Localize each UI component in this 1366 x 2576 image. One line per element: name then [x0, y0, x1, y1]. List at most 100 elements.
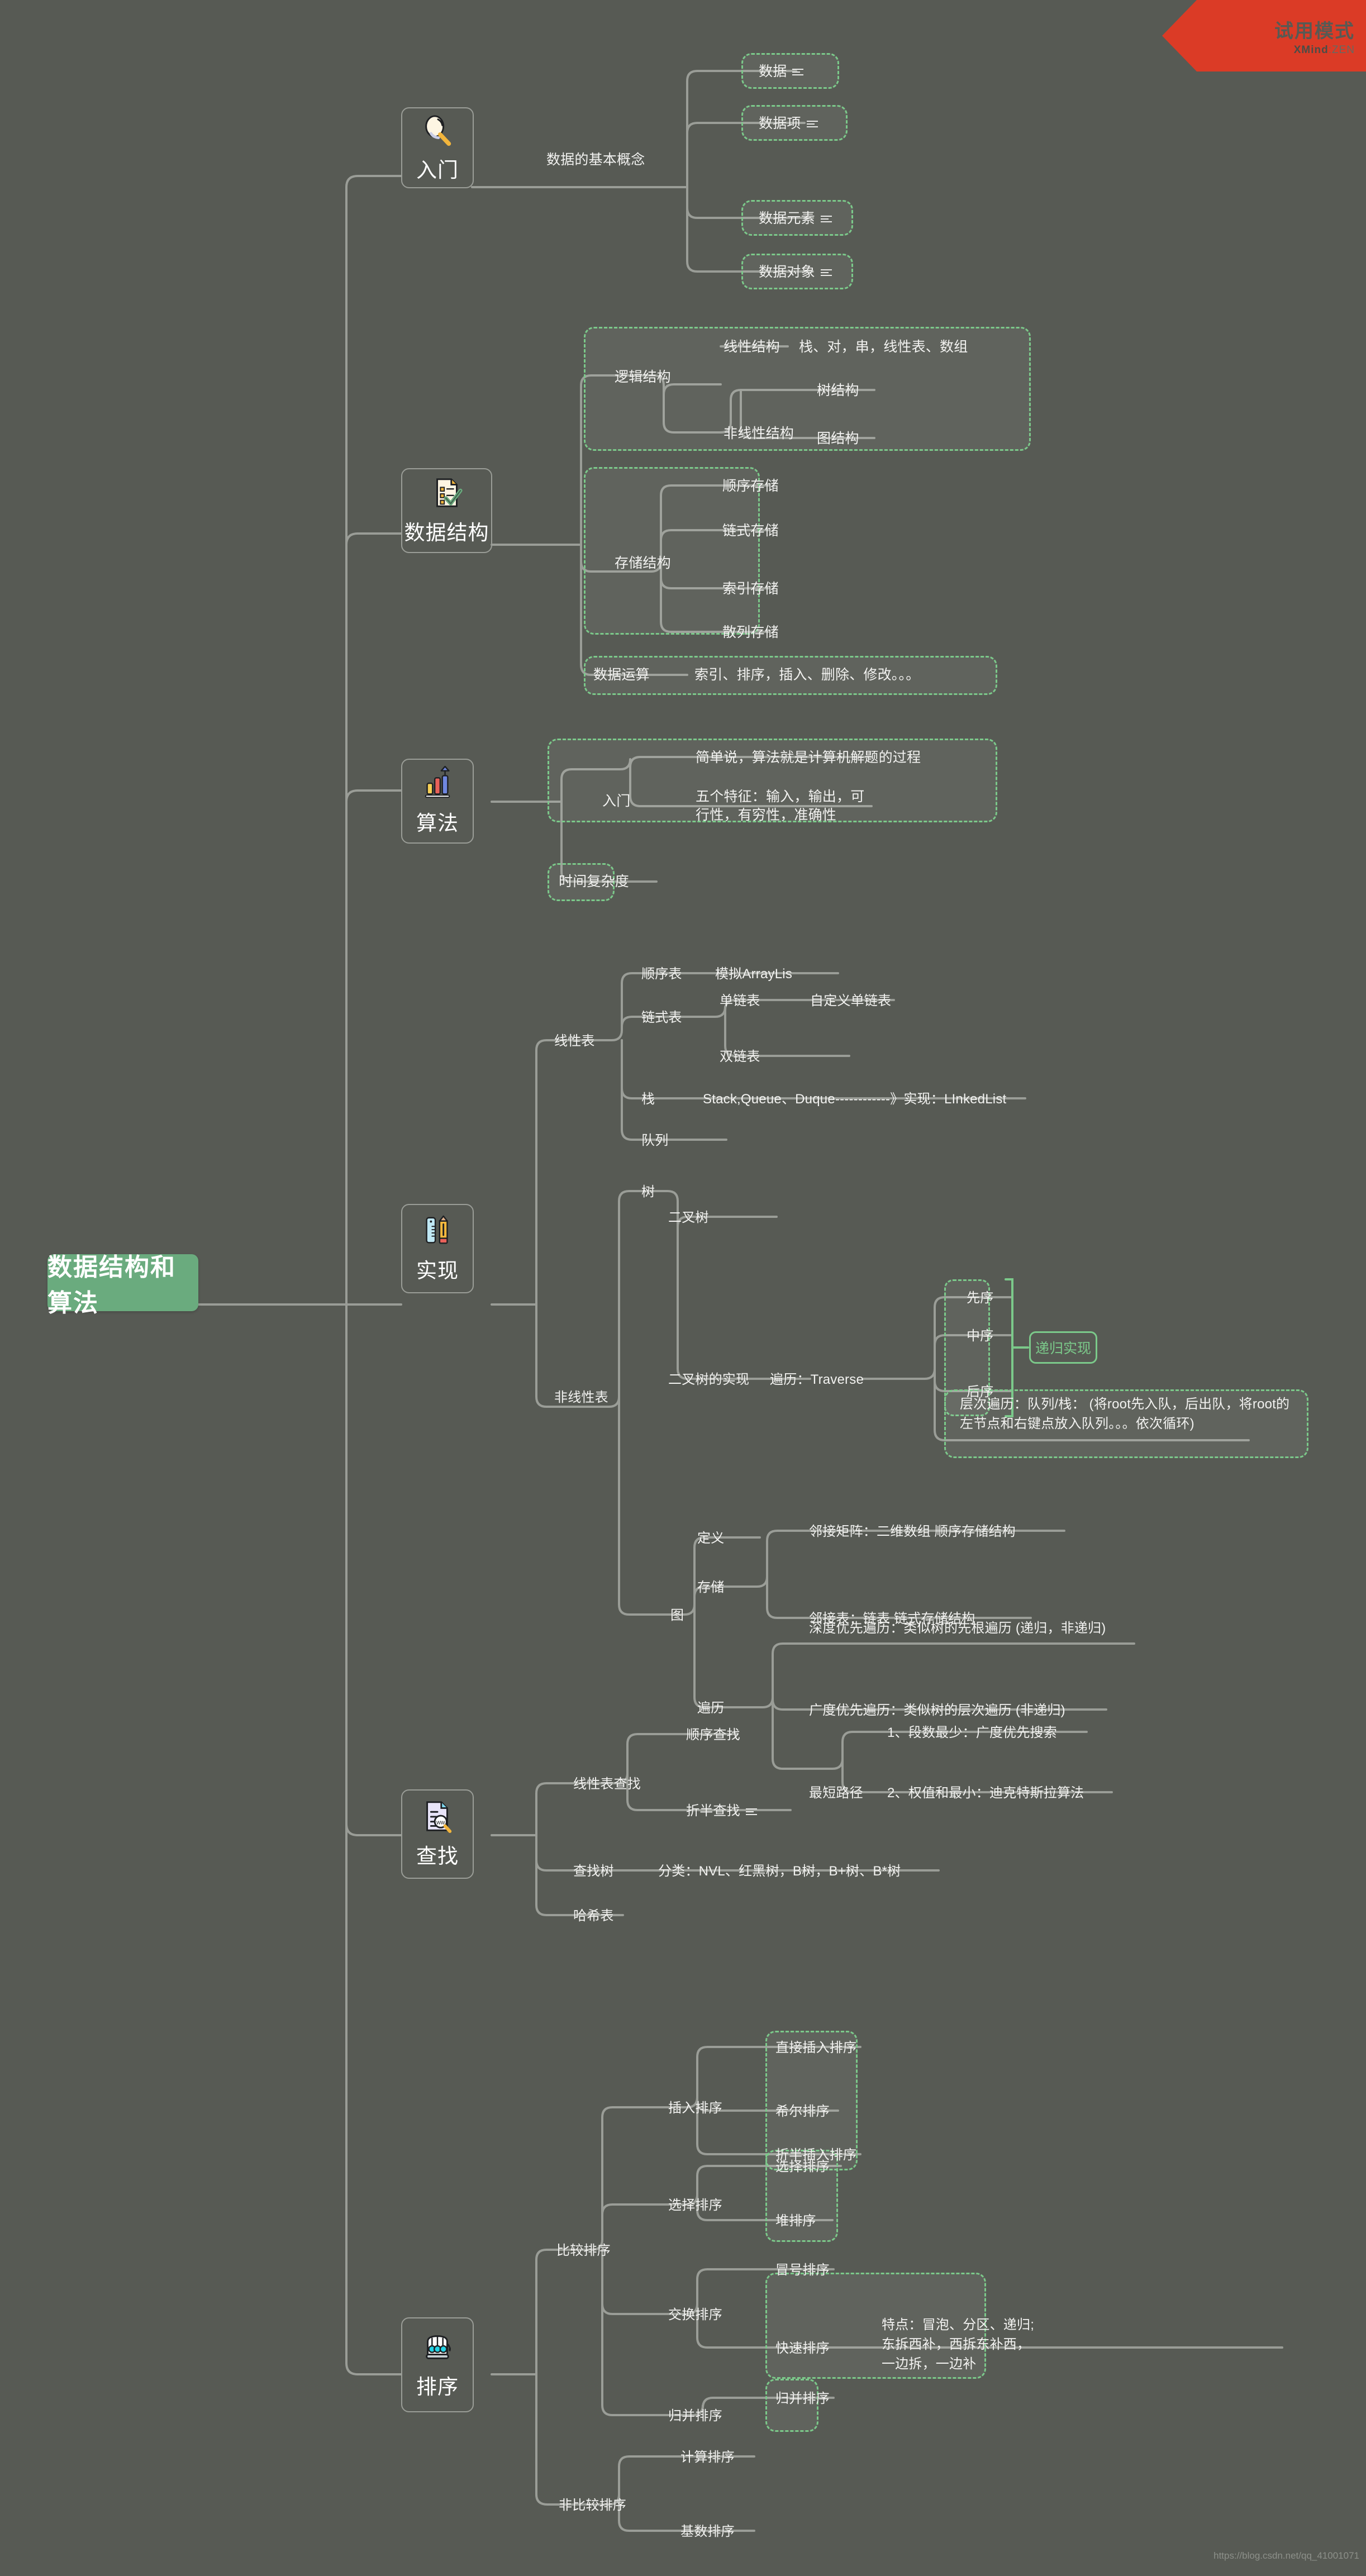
topic-linear-list[interactable]: 线性表 [554, 1032, 595, 1050]
checklist-doc-icon [436, 478, 463, 507]
topic-selection-sort[interactable]: 选择排序 [668, 2197, 722, 2215]
topic-logical-structure[interactable]: 逻辑结构 [615, 368, 671, 387]
topic-queue[interactable]: 队列 [641, 1132, 668, 1150]
topic-shortest-path-bfs[interactable]: 1、段数最少：广度优先搜索 [887, 1724, 1057, 1742]
topic-sequential-list[interactable]: 顺序表 [641, 965, 682, 983]
topic-basic-concepts[interactable]: 数据的基本概念 [546, 151, 645, 169]
topic-doubly-linked-list[interactable]: 双链表 [720, 1048, 760, 1066]
topic-exchange-sort[interactable]: 交换排序 [668, 2306, 722, 2324]
topic-bfs[interactable]: 广度优先遍历：类似树的层次遍历 (非递归) [809, 1702, 1065, 1720]
topic-shortest-path[interactable]: 最短路径 [809, 1784, 863, 1802]
trial-mode-label: 试用模式 [1274, 20, 1355, 42]
topic-binary-search[interactable]: 折半查找 [686, 1802, 757, 1820]
topic-quick-sort[interactable]: 快速排序 [775, 2340, 830, 2358]
topic-search-tree[interactable]: 查找树 [573, 1863, 614, 1880]
doc-search-icon: ww [426, 1801, 452, 1834]
topic-shortest-path-dijkstra[interactable]: 2、权值和最小：迪克特斯拉算法 [887, 1784, 1084, 1802]
topic-insertion-sort[interactable]: 插入排序 [668, 2099, 722, 2117]
topic-linear-structure[interactable]: 线性结构 [724, 338, 780, 356]
topic-data-label: 数据 [759, 64, 787, 79]
notes-icon [820, 215, 832, 223]
newton-cradle-icon [426, 2335, 451, 2359]
topic-hash-storage[interactable]: 散列存储 [722, 623, 779, 642]
topic-inorder[interactable]: 中序 [967, 1327, 993, 1345]
topic-preorder[interactable]: 先序 [967, 1289, 993, 1307]
topic-dfs[interactable]: 深度优先遍历：类似树的先根遍历 (递归，非递归) [809, 1619, 1144, 1639]
topic-shell-sort[interactable]: 希尔排序 [775, 2103, 830, 2121]
notes-icon [820, 269, 832, 277]
topic-adjacency-matrix[interactable]: 邻接矩阵：二维数组 顺序存储结构 [809, 1523, 1016, 1541]
topic-linear-search[interactable]: 线性表查找 [573, 1775, 641, 1793]
notes-icon [745, 1808, 757, 1816]
main-topic-intro-label: 入门 [416, 158, 459, 182]
topic-nonlinear-structure[interactable]: 非线性结构 [724, 425, 794, 443]
topic-data[interactable]: 数据 [759, 63, 804, 81]
xmind-brand-label: XMind:ZEN [1294, 44, 1355, 56]
topic-radix-sort[interactable]: 基数排序 [680, 2523, 735, 2541]
topic-hash-table[interactable]: 哈希表 [573, 1907, 614, 1925]
topic-time-complexity[interactable]: 时间复杂度 [559, 873, 629, 891]
bar-chart-arrow-icon [425, 766, 450, 798]
topic-algorithm-intro[interactable]: 入门 [602, 792, 630, 811]
topic-algorithm-features[interactable]: 五个特征：输入，输出，可行性，有穷性，准确性 [696, 788, 877, 825]
topic-graph-definition[interactable]: 定义 [697, 1530, 724, 1547]
main-topic-implementation-label: 实现 [416, 1259, 459, 1282]
recursion-callout-label: 递归实现 [1035, 1341, 1091, 1356]
topic-graph-storage[interactable]: 存储 [697, 1579, 724, 1597]
topic-index-storage[interactable]: 索引存储 [722, 580, 779, 598]
topic-level-traversal[interactable]: 层次遍历：队列/栈： (将root先入队，后出队，将root的左节点和右键点放入… [960, 1395, 1295, 1434]
topic-noncomparison-sort[interactable]: 非比较排序 [559, 2497, 626, 2515]
topic-graph-structure[interactable]: 图结构 [817, 430, 859, 448]
topic-data-item[interactable]: 数据项 [759, 115, 818, 133]
main-topic-sort-label: 排序 [416, 2375, 459, 2398]
topic-sequential-search[interactable]: 顺序查找 [686, 1726, 740, 1744]
topic-tree[interactable]: 树 [641, 1183, 655, 1201]
topic-linked-list[interactable]: 链式表 [641, 1009, 682, 1027]
topic-direct-insertion-sort[interactable]: 直接插入排序 [775, 2039, 856, 2057]
topic-graph-traverse[interactable]: 遍历 [697, 1699, 724, 1717]
topic-stack-detail: Stack,Queue、Duque------------》实现：LInkedL… [703, 1092, 1007, 1107]
root-topic[interactable]: 数据结构和算法 [47, 1254, 198, 1317]
main-topic-algorithm-label: 算法 [416, 812, 459, 835]
topic-algorithm-definition[interactable]: 简单说，算法就是计算机解题的过程 [696, 749, 921, 767]
topic-stack[interactable]: 栈 [641, 1091, 655, 1108]
topic-data-object[interactable]: 数据对象 [759, 263, 832, 282]
main-topic-sort[interactable]: 排序 [401, 2317, 474, 2412]
main-topic-datastructure[interactable]: 数据结构 [401, 468, 492, 553]
topic-sequential-list-detail: 模拟ArrayLis [715, 966, 793, 982]
topic-tree-structure[interactable]: 树结构 [817, 382, 859, 400]
topic-linear-structure-detail: 栈、对，串，线性表、数组 [799, 339, 968, 355]
topic-comparison-sort[interactable]: 比较排序 [556, 2242, 611, 2260]
topic-linked-storage[interactable]: 链式存储 [722, 522, 779, 540]
topic-search-tree-detail: 分类：NVL、红黑树，B树，B+树、B*树 [658, 1864, 901, 1879]
main-topic-algorithm[interactable]: 算法 [401, 759, 474, 844]
topic-binary-tree[interactable]: 二叉树 [668, 1209, 709, 1227]
notes-icon [792, 68, 804, 76]
topic-heap-sort[interactable]: 堆排序 [775, 2212, 816, 2230]
topic-singly-linked-list[interactable]: 单链表 [720, 992, 760, 1010]
main-topic-implementation[interactable]: 实现 [401, 1204, 474, 1293]
topic-merge-sort[interactable]: 归并排序 [668, 2407, 722, 2425]
topic-merge-sort-child[interactable]: 归并排序 [775, 2390, 830, 2408]
main-topic-intro[interactable]: 入门 [401, 107, 474, 188]
topic-selection-sort-child[interactable]: 选择排序 [775, 2158, 830, 2176]
topic-singly-linked-list-detail: 自定义单链表 [810, 993, 892, 1008]
topic-counting-sort[interactable]: 计算排序 [680, 2449, 735, 2467]
topic-graph[interactable]: 图 [670, 1607, 684, 1625]
topic-data-object-label: 数据对象 [759, 264, 815, 280]
main-topic-search-label: 查找 [416, 1845, 459, 1868]
topic-data-item-label: 数据项 [759, 116, 801, 131]
topic-data-operation[interactable]: 数据运算 [593, 666, 650, 684]
main-topic-search[interactable]: ww 查找 [401, 1789, 474, 1879]
ruler-pencil-icon [426, 1215, 448, 1244]
topic-storage-structure[interactable]: 存储结构 [615, 554, 671, 573]
topic-bubble-sort[interactable]: 冒号排序 [775, 2261, 830, 2279]
xmind-brand-bold: XMind [1293, 44, 1329, 56]
topic-data-element[interactable]: 数据元素 [759, 209, 832, 228]
topic-data-element-label: 数据元素 [759, 211, 815, 226]
mindmap-canvas: 递归实现 入门 数据结构 算法 实现 ww 查找 排序 数据结构和算法 数据的基… [0, 0, 1366, 2576]
topic-nonlinear-list[interactable]: 非线性表 [554, 1389, 608, 1407]
topic-sequential-storage[interactable]: 顺序存储 [722, 477, 779, 496]
main-topic-datastructure-label: 数据结构 [404, 521, 489, 544]
topic-binary-tree-impl[interactable]: 二叉树的实现 [668, 1371, 749, 1389]
